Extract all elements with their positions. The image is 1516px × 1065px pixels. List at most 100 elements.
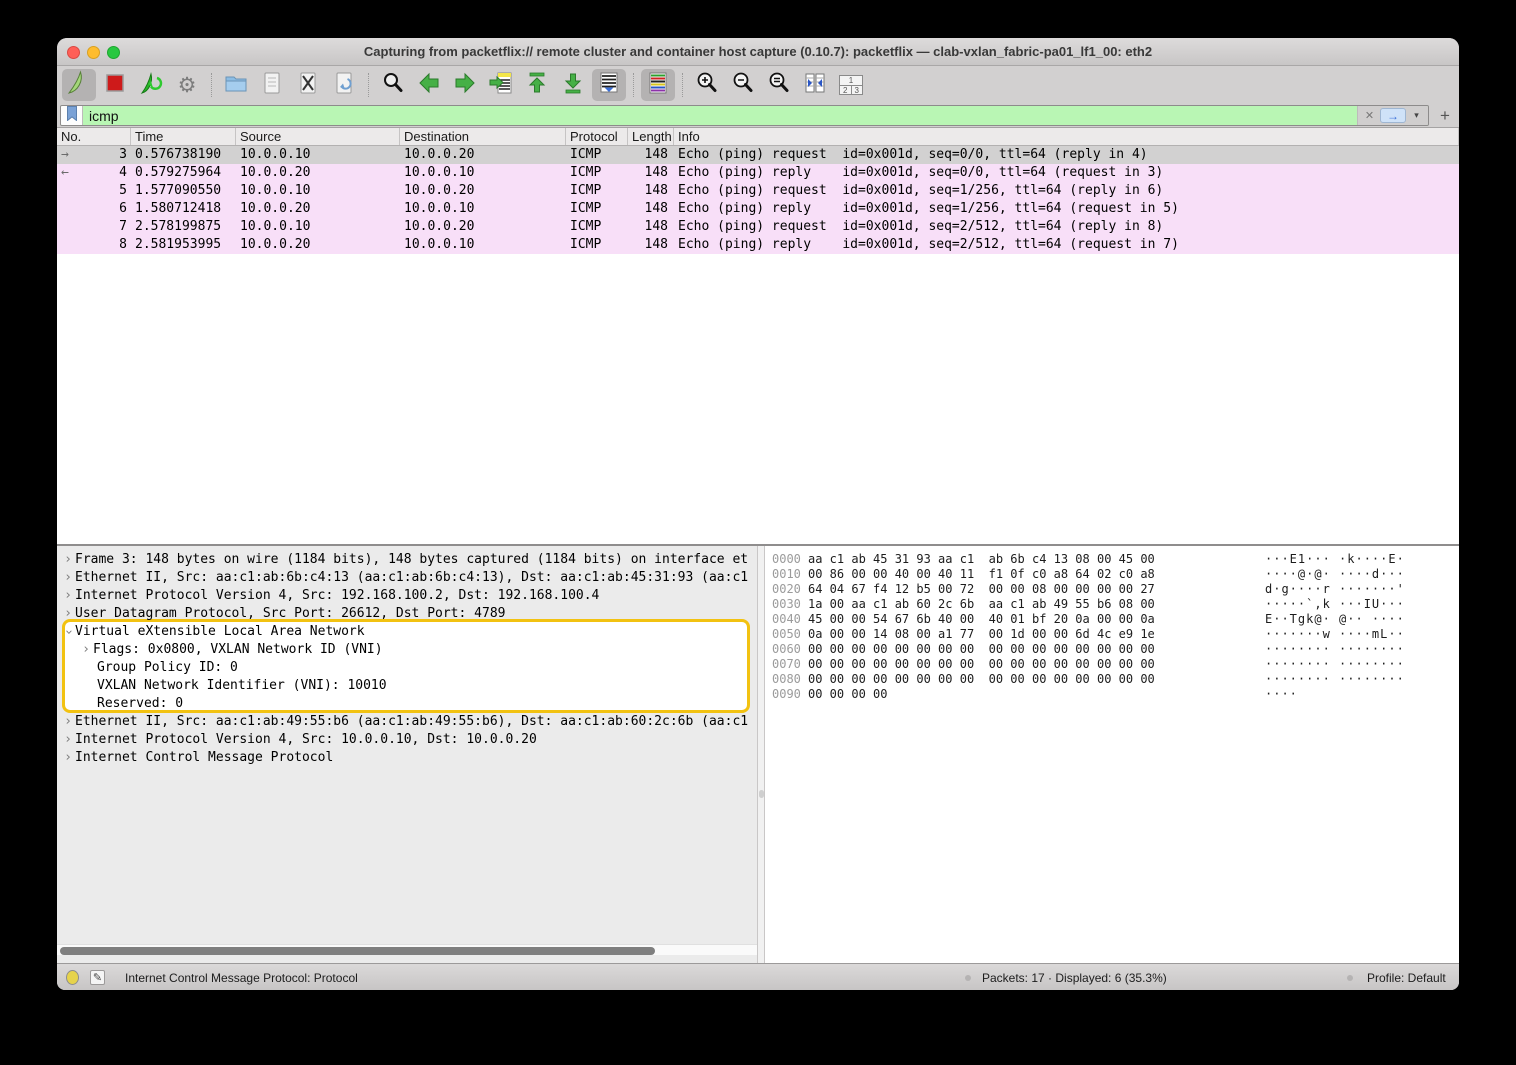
expander-open-icon[interactable]: › bbox=[59, 625, 77, 639]
go-to-packet-button[interactable] bbox=[484, 69, 518, 101]
detail-row-icmp[interactable]: ›Internet Control Message Protocol bbox=[57, 749, 757, 767]
filter-apply-button[interactable]: → bbox=[1380, 108, 1406, 123]
display-filter-input[interactable]: icmp bbox=[83, 106, 1357, 125]
resize-columns-button[interactable] bbox=[798, 69, 832, 101]
detail-row-vxlan-flags[interactable]: ›Flags: 0x0800, VXLAN Network ID (VNI) bbox=[57, 641, 757, 659]
zoom-in-button[interactable] bbox=[690, 69, 724, 101]
save-file-button[interactable] bbox=[255, 69, 289, 101]
hex-row[interactable]: 006000 00 00 00 00 00 00 00 00 00 00 00 … bbox=[765, 642, 1459, 657]
stop-icon bbox=[102, 70, 128, 101]
detail-row-eth-inner[interactable]: ›Ethernet II, Src: aa:c1:ab:49:55:b6 (aa… bbox=[57, 713, 757, 731]
detail-row-vxlan-group-policy[interactable]: Group Policy ID: 0 bbox=[57, 659, 757, 677]
packet-row[interactable]: 7 2.578199875 10.0.0.10 10.0.0.20 ICMP 1… bbox=[57, 218, 1459, 236]
reload-file-icon bbox=[331, 70, 357, 101]
reply-arrow-icon: ← bbox=[57, 164, 83, 182]
stop-capture-button[interactable] bbox=[98, 69, 132, 101]
status-profile[interactable]: Profile: Default bbox=[1367, 971, 1446, 985]
resize-columns-icon bbox=[802, 70, 828, 101]
packet-list-header: No. Time Source Destination Protocol Len… bbox=[57, 128, 1459, 146]
go-forward-button[interactable] bbox=[448, 69, 482, 101]
hex-row[interactable]: 00500a 00 00 14 08 00 a1 77 00 1d 00 00 … bbox=[765, 627, 1459, 642]
detail-row-vxlan[interactable]: ›Virtual eXtensible Local Area Network bbox=[57, 623, 757, 641]
column-header-destination[interactable]: Destination bbox=[400, 128, 566, 145]
zoom-out-icon bbox=[730, 70, 756, 101]
filter-clear-button[interactable]: ✕ bbox=[1362, 108, 1377, 123]
filter-dropdown-button[interactable]: ▾ bbox=[1409, 108, 1424, 123]
zoom-in-icon bbox=[694, 70, 720, 101]
packet-bytes-pane[interactable]: 0000aa c1 ab 45 31 93 aa c1 ab 6b c4 13 … bbox=[765, 546, 1459, 963]
expander-icon[interactable]: › bbox=[61, 731, 75, 749]
hex-row[interactable]: 009000 00 00 00···· bbox=[765, 687, 1459, 702]
zoom-out-button[interactable] bbox=[726, 69, 760, 101]
chevron-down-icon: ▾ bbox=[1414, 110, 1419, 121]
gear-icon: ⚙ bbox=[178, 75, 197, 96]
shark-fin-icon bbox=[66, 70, 92, 101]
folder-icon bbox=[223, 70, 249, 101]
save-file-icon bbox=[259, 70, 285, 101]
capture-options-button[interactable]: ⚙ bbox=[170, 69, 204, 101]
zoom-reset-button[interactable] bbox=[762, 69, 796, 101]
detail-row-vxlan-reserved[interactable]: Reserved: 0 bbox=[57, 695, 757, 713]
go-last-packet-button[interactable] bbox=[556, 69, 590, 101]
packet-row[interactable]: 5 1.577090550 10.0.0.10 10.0.0.20 ICMP 1… bbox=[57, 182, 1459, 200]
reload-file-button[interactable] bbox=[327, 69, 361, 101]
toolbar-separator bbox=[633, 73, 634, 97]
details-horizontal-scrollbar[interactable] bbox=[57, 944, 757, 955]
expander-icon[interactable]: › bbox=[61, 569, 75, 587]
expert-info-icon[interactable] bbox=[66, 970, 79, 985]
detail-row-vxlan-vni[interactable]: VXLAN Network Identifier (VNI): 10010 bbox=[57, 677, 757, 695]
expander-icon[interactable]: › bbox=[61, 605, 75, 623]
hex-row[interactable]: 002064 04 67 f4 12 b5 00 72 00 00 08 00 … bbox=[765, 582, 1459, 597]
hex-row[interactable]: 008000 00 00 00 00 00 00 00 00 00 00 00 … bbox=[765, 672, 1459, 687]
detail-row-frame[interactable]: ›Frame 3: 148 bytes on wire (1184 bits),… bbox=[57, 551, 757, 569]
expander-icon[interactable]: › bbox=[61, 749, 75, 767]
scrollbar-thumb[interactable] bbox=[759, 790, 764, 798]
column-header-source[interactable]: Source bbox=[236, 128, 400, 145]
colorize-packets-button[interactable] bbox=[641, 69, 675, 101]
detail-row-ip-outer[interactable]: ›Internet Protocol Version 4, Src: 192.1… bbox=[57, 587, 757, 605]
packet-row[interactable]: 8 2.581953995 10.0.0.20 10.0.0.10 ICMP 1… bbox=[57, 236, 1459, 254]
filter-bookmark-button[interactable] bbox=[61, 106, 83, 125]
search-icon bbox=[380, 70, 406, 101]
column-header-length[interactable]: Length bbox=[628, 128, 674, 145]
capture-comment-icon[interactable]: ✎ bbox=[90, 970, 105, 985]
status-separator-dot bbox=[1347, 975, 1353, 981]
start-capture-button[interactable] bbox=[62, 69, 96, 101]
scrollbar-thumb[interactable] bbox=[60, 947, 655, 955]
close-file-button[interactable] bbox=[291, 69, 325, 101]
restart-capture-button[interactable] bbox=[134, 69, 168, 101]
column-header-info[interactable]: Info bbox=[674, 128, 1459, 145]
packet-row[interactable]: 6 1.580712418 10.0.0.20 10.0.0.10 ICMP 1… bbox=[57, 200, 1459, 218]
column-header-time[interactable]: Time bbox=[131, 128, 236, 145]
packet-row[interactable]: →3 0.576738190 10.0.0.10 10.0.0.20 ICMP … bbox=[57, 146, 1459, 164]
details-vertical-scrollbar[interactable] bbox=[757, 546, 765, 963]
packet-details-pane[interactable]: ›Frame 3: 148 bytes on wire (1184 bits),… bbox=[57, 546, 757, 963]
open-file-button[interactable] bbox=[219, 69, 253, 101]
find-packet-button[interactable] bbox=[376, 69, 410, 101]
expander-icon[interactable]: › bbox=[61, 587, 75, 605]
detail-row-eth-outer[interactable]: ›Ethernet II, Src: aa:c1:ab:6b:c4:13 (aa… bbox=[57, 569, 757, 587]
hex-row[interactable]: 0000aa c1 ab 45 31 93 aa c1 ab 6b c4 13 … bbox=[765, 552, 1459, 567]
hex-row[interactable]: 00301a 00 aa c1 ab 60 2c 6b aa c1 ab 49 … bbox=[765, 597, 1459, 612]
pane-layout-icon: 1 2 3 bbox=[839, 75, 863, 95]
expander-icon[interactable]: › bbox=[61, 551, 75, 569]
go-first-packet-button[interactable] bbox=[520, 69, 554, 101]
add-filter-button[interactable]: + bbox=[1435, 106, 1455, 126]
column-header-no[interactable]: No. bbox=[57, 128, 131, 145]
hex-row[interactable]: 004045 00 00 54 67 6b 40 00 40 01 bf 20 … bbox=[765, 612, 1459, 627]
layout-button[interactable]: 1 2 3 bbox=[834, 69, 868, 101]
filter-controls: ✕ → ▾ bbox=[1357, 106, 1428, 125]
expander-icon[interactable]: › bbox=[61, 713, 75, 731]
detail-row-ip-inner[interactable]: ›Internet Protocol Version 4, Src: 10.0.… bbox=[57, 731, 757, 749]
hex-row[interactable]: 007000 00 00 00 00 00 00 00 00 00 00 00 … bbox=[765, 657, 1459, 672]
packet-row[interactable]: ←4 0.579275964 10.0.0.20 10.0.0.10 ICMP … bbox=[57, 164, 1459, 182]
column-header-protocol[interactable]: Protocol bbox=[566, 128, 628, 145]
expander-icon[interactable]: › bbox=[79, 641, 93, 659]
go-back-button[interactable] bbox=[412, 69, 446, 101]
detail-row-udp[interactable]: ›User Datagram Protocol, Src Port: 26612… bbox=[57, 605, 757, 623]
wireshark-window: Capturing from packetflix:// remote clus… bbox=[57, 38, 1459, 990]
title-bar[interactable]: Capturing from packetflix:// remote clus… bbox=[57, 38, 1459, 66]
auto-scroll-button[interactable] bbox=[592, 69, 626, 101]
packet-list-pane[interactable]: No. Time Source Destination Protocol Len… bbox=[57, 128, 1459, 544]
hex-row[interactable]: 001000 86 00 00 40 00 40 11 f1 0f c0 a8 … bbox=[765, 567, 1459, 582]
